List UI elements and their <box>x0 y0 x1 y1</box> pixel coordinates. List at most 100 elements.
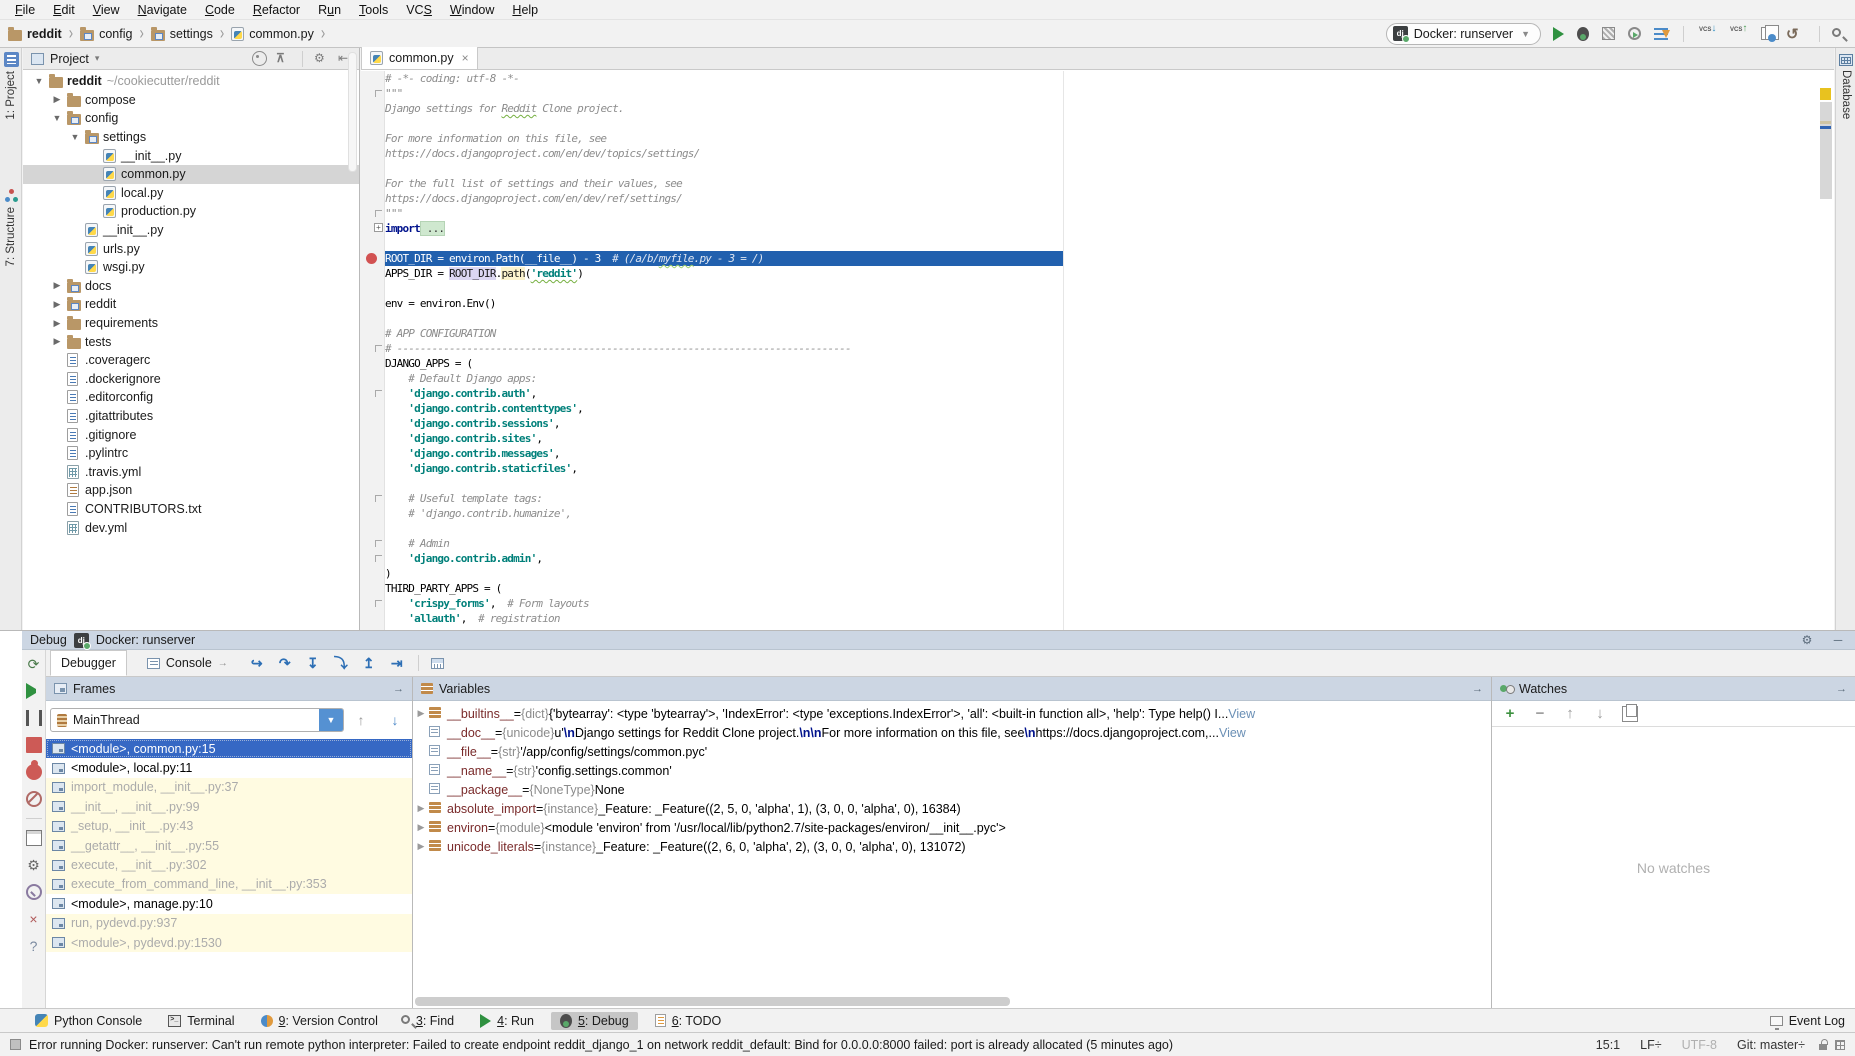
collapse-all-icon[interactable]: ⊼ <box>276 51 291 66</box>
variable-row[interactable]: __file__ = {str} '/app/config/settings/c… <box>413 742 1491 761</box>
hide-window-icon[interactable]: ─ <box>1829 631 1847 649</box>
expander-icon[interactable]: ▶ <box>413 822 429 833</box>
code-line[interactable]: # -*- coding: utf-8 -*- <box>385 71 1834 86</box>
editor-gutter[interactable]: + <box>361 71 385 630</box>
tree-item-settings[interactable]: ▼settings <box>23 128 359 147</box>
restore-layout-icon[interactable] <box>26 830 42 846</box>
git-branch-select[interactable]: Git: master÷ <box>1731 1038 1811 1052</box>
add-watch-icon[interactable]: + <box>1502 706 1518 722</box>
code-line[interactable]: https://docs.djangoproject.com/en/dev/to… <box>385 146 1834 161</box>
stop-process-icon[interactable] <box>26 737 42 753</box>
code-line[interactable] <box>385 116 1834 131</box>
fold-marker-icon[interactable] <box>375 390 382 397</box>
tree-item-dev.yml[interactable]: dev.yml <box>23 518 359 537</box>
tree-item-wsgi.py[interactable]: wsgi.py <box>23 258 359 277</box>
code-line[interactable]: # 'django.contrib.humanize', <box>385 506 1834 521</box>
expander-icon[interactable]: ▶ <box>413 841 429 852</box>
move-watch-down-icon[interactable]: ↓ <box>1592 706 1608 722</box>
panel-options-icon[interactable]: → <box>1836 683 1847 695</box>
tree-item-.editorconfig[interactable]: .editorconfig <box>23 388 359 407</box>
tree-item-CONTRIBUTORS.txt[interactable]: CONTRIBUTORS.txt <box>23 500 359 519</box>
commit-changes-icon[interactable]: ↑ <box>1730 25 1748 43</box>
fold-expand-icon[interactable]: + <box>374 223 383 232</box>
code-line[interactable]: # APP CONFIGURATION <box>385 326 1834 341</box>
tree-item-app.json[interactable]: app.json <box>23 481 359 500</box>
menu-view[interactable]: View <box>84 3 129 17</box>
status-icon[interactable] <box>10 1039 21 1050</box>
tree-item-reddit[interactable]: ▼reddit ~/cookiecutter/reddit <box>23 72 359 91</box>
variable-row[interactable]: ▶absolute_import = {instance} _Feature: … <box>413 799 1491 818</box>
project-view-select[interactable]: Project ▾ <box>31 52 252 66</box>
tree-item-requirements[interactable]: ▶requirements <box>23 314 359 333</box>
toolwindow-tab-python-console[interactable]: Python Console <box>26 1012 151 1030</box>
rerun-icon[interactable]: ⟳ <box>26 656 42 672</box>
run-dashboard-icon[interactable] <box>1654 28 1668 40</box>
code-line[interactable]: 'allauth', # registration <box>385 611 1834 626</box>
breakpoint-icon[interactable] <box>366 253 377 264</box>
resume-program-icon[interactable] <box>26 683 42 699</box>
show-execution-point-icon[interactable]: ↪ <box>248 654 266 672</box>
run-with-coverage-icon[interactable] <box>1602 27 1615 40</box>
execution-line[interactable]: ROOT_DIR = environ.Path(__file__) - 3 # … <box>385 251 1834 266</box>
settings-icon[interactable]: ⚙ <box>26 857 42 873</box>
code-line[interactable]: 'django.contrib.sites', <box>385 431 1834 446</box>
frame-row[interactable]: __init__, __init__.py:99 <box>46 797 412 816</box>
menu-edit[interactable]: Edit <box>44 3 84 17</box>
code-line[interactable]: 'django.contrib.auth', <box>385 386 1834 401</box>
run-configuration-select[interactable]: dj Docker: runserver ▼ <box>1386 23 1541 45</box>
lock-icon[interactable] <box>1819 1044 1827 1050</box>
rollback-icon[interactable]: ↺ <box>1786 25 1804 43</box>
tree-item-urls.py[interactable]: urls.py <box>23 239 359 258</box>
line-ending-select[interactable]: LF÷ <box>1634 1038 1667 1052</box>
tree-item-config[interactable]: ▼config <box>23 109 359 128</box>
code-line[interactable]: https://docs.djangoproject.com/en/dev/re… <box>385 191 1834 206</box>
profiler-icon[interactable] <box>1628 27 1641 40</box>
expander-icon[interactable]: ▶ <box>413 803 429 814</box>
code-line[interactable]: # Default Django apps: <box>385 371 1834 386</box>
frame-row[interactable]: import_module, __init__.py:37 <box>46 778 412 797</box>
code-line[interactable]: """ <box>385 206 1834 221</box>
fold-marker-icon[interactable] <box>375 495 382 502</box>
step-out-icon[interactable]: ↥ <box>360 654 378 672</box>
frame-row[interactable]: <module>, pydevd.py:1530 <box>46 933 412 952</box>
run-to-cursor-icon[interactable]: ⇥ <box>388 654 406 672</box>
tool-stripe-database[interactable]: Database <box>1836 54 1855 119</box>
variable-row[interactable]: __name__ = {str} 'config.settings.common… <box>413 761 1491 780</box>
code-line[interactable] <box>385 236 1834 251</box>
breadcrumb-reddit[interactable]: reddit <box>8 27 62 41</box>
code-lines[interactable]: # -*- coding: utf-8 -*-"""Django setting… <box>385 71 1834 630</box>
tree-item-reddit[interactable]: ▶reddit <box>23 295 359 314</box>
frame-row[interactable]: _setup, __init__.py:43 <box>46 817 412 836</box>
thread-select[interactable]: MainThread ▼ <box>50 708 344 732</box>
previous-frame-icon[interactable]: ↑ <box>352 711 370 729</box>
fold-marker-icon[interactable] <box>375 345 382 352</box>
chevron-down-icon[interactable]: ▼ <box>29 76 49 86</box>
fold-marker-icon[interactable] <box>375 600 382 607</box>
debug-tab-console[interactable]: Console→ <box>137 650 238 676</box>
help-icon[interactable]: ? <box>26 938 42 954</box>
code-line[interactable]: # Admin <box>385 536 1834 551</box>
frame-row[interactable]: execute_from_command_line, __init__.py:3… <box>46 875 412 894</box>
pin-tab-icon[interactable] <box>26 884 42 900</box>
chevron-right-icon[interactable]: ▶ <box>47 280 67 291</box>
tree-item-docs[interactable]: ▶docs <box>23 277 359 296</box>
variable-row[interactable]: ▶unicode_literals = {instance} _Feature:… <box>413 837 1491 856</box>
code-line[interactable]: 'crispy_forms', # Form layouts <box>385 596 1834 611</box>
tree-item-__init__.py[interactable]: __init__.py <box>23 221 359 240</box>
fold-marker-icon[interactable] <box>375 90 382 97</box>
view-breakpoints-icon[interactable] <box>26 764 42 780</box>
chevron-right-icon[interactable]: ▶ <box>47 336 67 347</box>
tool-stripe-structure[interactable]: 7: Structure <box>0 188 22 266</box>
close-icon[interactable]: × <box>462 51 469 65</box>
code-line[interactable] <box>385 281 1834 296</box>
toolwindow-tab--version-control[interactable]: 9: Version Control <box>252 1012 387 1030</box>
frame-row[interactable]: <module>, manage.py:10 <box>46 894 412 913</box>
code-line[interactable]: THIRD_PARTY_APPS = ( <box>385 581 1834 596</box>
toolwindow-tab--find[interactable]: 3: Find <box>395 1012 463 1030</box>
settings-icon[interactable]: ⚙ <box>1798 631 1816 649</box>
code-line[interactable]: 'django.contrib.messages', <box>385 446 1834 461</box>
tree-item-common.py[interactable]: common.py <box>23 165 359 184</box>
frame-row[interactable]: <module>, local.py:11 <box>46 758 412 777</box>
close-icon[interactable]: × <box>26 911 42 927</box>
frame-row[interactable]: execute, __init__.py:302 <box>46 855 412 874</box>
